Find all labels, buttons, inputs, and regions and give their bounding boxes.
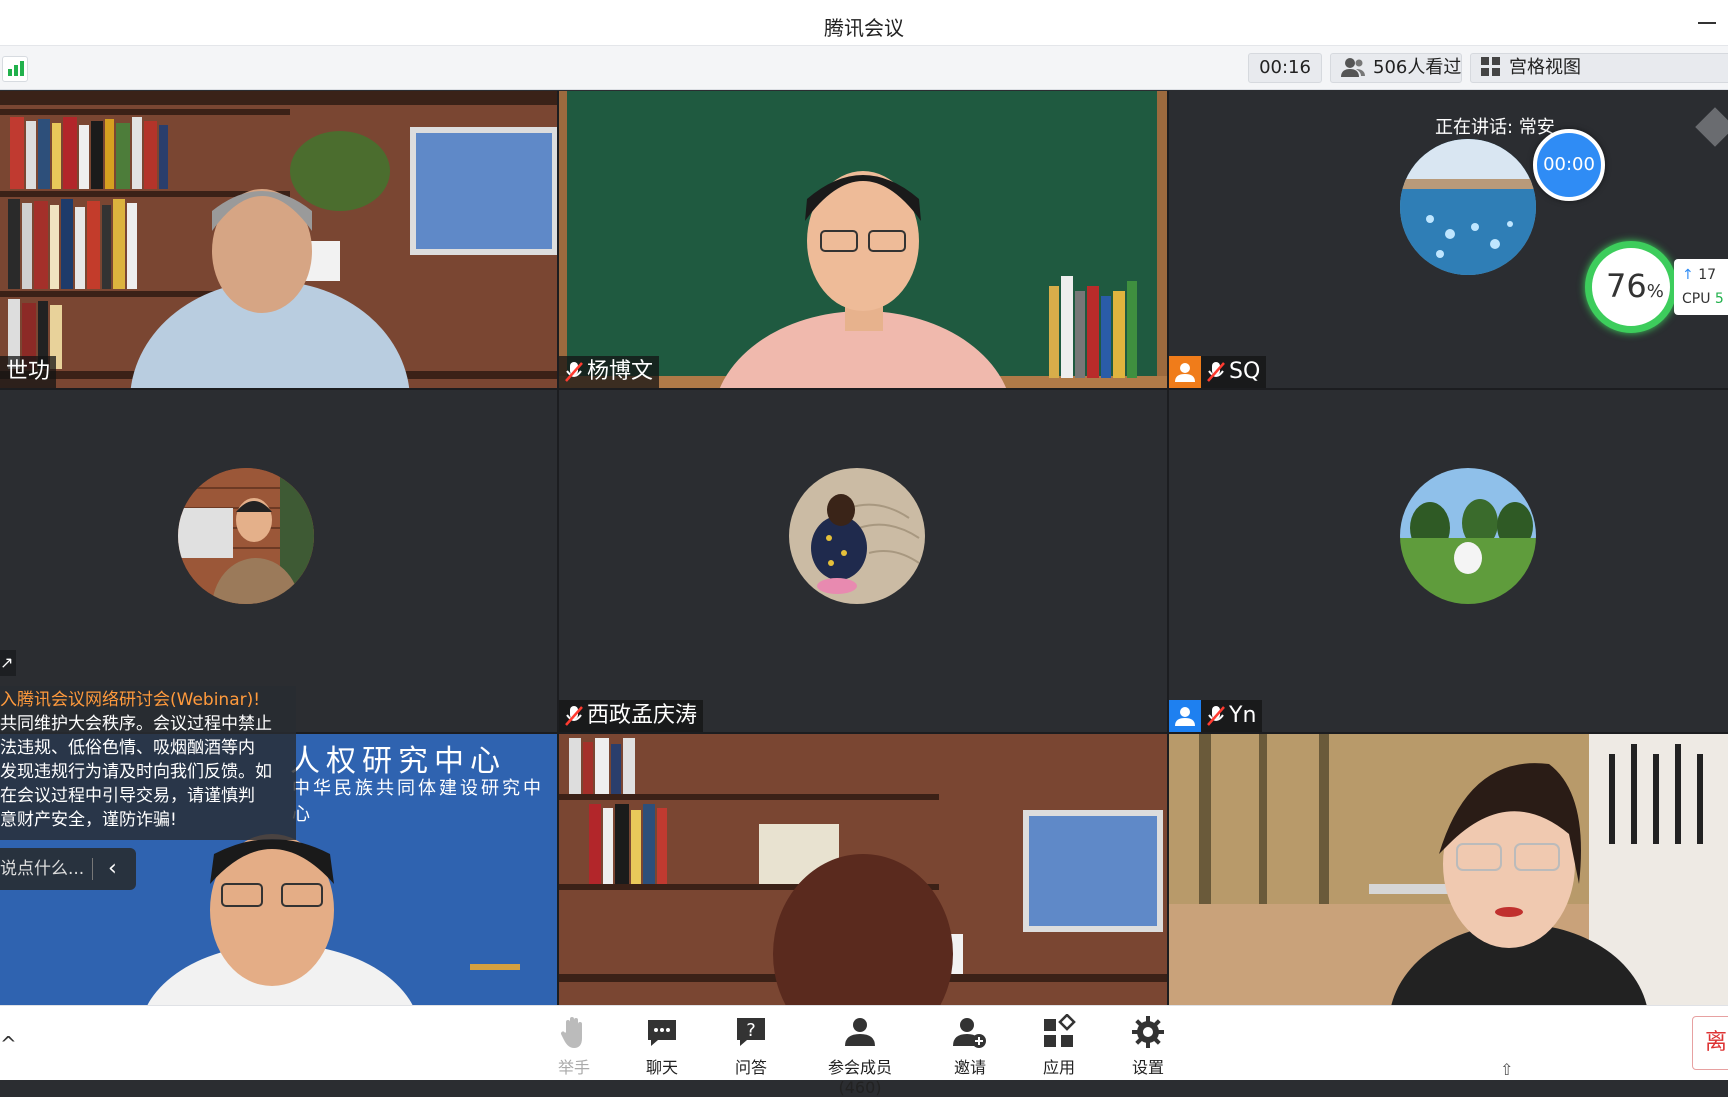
- participant-avatar: [789, 468, 925, 604]
- video-tile[interactable]: 正在讲话: 常安 00:00 76% ↑ 17 CPU 5 SQ: [1169, 91, 1728, 388]
- chat-rules-line: 在会议过程中引导交易，请谨慎判: [0, 786, 255, 806]
- apps-icon: [1044, 1014, 1076, 1047]
- grid-view-icon: [1481, 57, 1500, 76]
- chat-rules-line: 共同维护大会秩序。会议过程中禁止: [0, 714, 272, 734]
- expand-handle[interactable]: ↗: [0, 650, 16, 676]
- leave-meeting-button[interactable]: 离: [1692, 1016, 1728, 1070]
- participant-avatar: [1400, 139, 1536, 275]
- title-bar: 腾讯会议: [0, 0, 1728, 46]
- invite-icon: [953, 1018, 986, 1048]
- participant-name: SQ: [1229, 359, 1261, 384]
- participant-name: 世功: [6, 359, 51, 384]
- video-tile[interactable]: 世功: [0, 91, 557, 388]
- bottom-toolbar: ^ 举手 聊天 ? 问答 参会成员(460) 邀请 应用 设置 ⇧ 离: [0, 1005, 1728, 1097]
- video-tile[interactable]: ↗: [0, 390, 557, 732]
- user-badge-icon: [1169, 700, 1201, 732]
- speaking-timer: 00:00: [1533, 129, 1605, 201]
- window-title: 腾讯会议: [824, 16, 904, 40]
- hand-icon: [560, 1017, 582, 1048]
- raise-hand-button[interactable]: 举手: [552, 1014, 596, 1078]
- participants-icon: [845, 1018, 875, 1046]
- video-tile[interactable]: [559, 734, 1167, 1005]
- participants-button[interactable]: 参会成员(460): [808, 1014, 912, 1097]
- banner-subtitle: 中华民族共同体建设研究中心: [292, 778, 544, 825]
- chat-label: 聊天: [645, 1058, 678, 1077]
- participant-avatar: [1400, 468, 1536, 604]
- speaking-indicator: 正在讲话: 常安: [1435, 117, 1555, 138]
- grid-divider: [557, 91, 559, 1005]
- mic-muted-icon: [1207, 705, 1225, 727]
- participants-label: 参会成员(460): [827, 1058, 892, 1097]
- grid-divider: [1167, 91, 1169, 1005]
- participant-avatar: [178, 468, 314, 604]
- collapse-chat-icon[interactable]: ‹: [108, 848, 117, 890]
- meeting-info-bar: 00:16 506人看过 宫格视图: [0, 46, 1728, 90]
- user-badge-icon: [1169, 356, 1201, 388]
- chat-icon: [648, 1020, 676, 1046]
- meeting-timer: 00:16: [1248, 53, 1322, 83]
- participant-name-tag: 西政孟庆涛: [559, 700, 704, 732]
- chat-input-placeholder: 说点什么...: [0, 859, 85, 879]
- view-mode-button[interactable]: 宫格视图: [1470, 53, 1728, 83]
- signal-strength-icon[interactable]: [2, 56, 28, 82]
- video-tile[interactable]: 西政孟庆涛: [559, 390, 1167, 732]
- pin-icon[interactable]: [1695, 107, 1728, 147]
- performance-percent: 76%: [1606, 267, 1664, 305]
- participant-name-tag: SQ: [1169, 356, 1267, 388]
- arrow-up-icon: ⇧: [1500, 1060, 1514, 1079]
- settings-button[interactable]: 设置: [1126, 1014, 1170, 1078]
- video-tile[interactable]: [1169, 734, 1728, 1005]
- viewers-count[interactable]: 506人看过: [1330, 53, 1462, 83]
- grid-divider: [0, 388, 1728, 390]
- video-feed-bookshelf: [0, 91, 557, 388]
- participant-name: 杨博文: [587, 359, 654, 384]
- question-icon: ?: [737, 1018, 765, 1046]
- mic-muted-icon: [565, 705, 583, 727]
- chat-rules-line: 意财产安全，谨防诈骗!: [0, 810, 177, 830]
- participant-name: 西政孟庆涛: [587, 703, 698, 728]
- chat-overlay: 入腾讯会议网络研讨会(Webinar)! 共同维护大会秩序。会议过程中禁止 法违…: [0, 686, 296, 840]
- participant-name-tag: Yn: [1169, 700, 1263, 732]
- mic-muted-icon: [1207, 361, 1225, 383]
- invite-label: 邀请: [953, 1058, 986, 1077]
- video-feed-chalkboard: [559, 91, 1167, 388]
- chat-input[interactable]: 说点什么... ‹: [0, 848, 136, 890]
- video-feed-bookshelf-2: [559, 734, 1167, 1005]
- cpu-stats-panel: ↑ 17 CPU 5: [1674, 259, 1728, 315]
- video-feed-office: [1169, 734, 1728, 1005]
- raise-hand-label: 举手: [557, 1058, 590, 1077]
- participant-name: Yn: [1229, 703, 1257, 728]
- minimize-button[interactable]: [1698, 22, 1716, 24]
- apps-button[interactable]: 应用: [1037, 1014, 1081, 1078]
- chevron-up-icon[interactable]: ^: [0, 1032, 17, 1056]
- chat-welcome-message: 入腾讯会议网络研讨会(Webinar)!: [0, 690, 261, 710]
- chat-rules-line: 发现违规行为请及时向我们反馈。如: [0, 762, 272, 782]
- apps-label: 应用: [1042, 1058, 1075, 1077]
- leave-meeting-label: 离: [1705, 1030, 1728, 1055]
- mic-muted-icon: [565, 361, 583, 383]
- gear-icon: [1132, 1016, 1164, 1048]
- participant-name-tag: 世功: [0, 356, 57, 388]
- people-icon: [1341, 58, 1365, 77]
- video-tile[interactable]: Yn: [1169, 390, 1728, 732]
- viewers-count-label: 506人看过: [1373, 57, 1462, 78]
- svg-text:?: ?: [746, 1020, 756, 1041]
- qa-label: 问答: [734, 1058, 767, 1077]
- participant-name-tag: 杨博文: [559, 356, 660, 388]
- chat-button[interactable]: 聊天: [640, 1014, 684, 1078]
- chat-input-divider: [92, 858, 93, 880]
- qa-button[interactable]: ? 问答: [729, 1014, 773, 1078]
- meeting-timer-text: 00:16: [1259, 57, 1311, 78]
- view-mode-label: 宫格视图: [1509, 57, 1581, 78]
- chat-rules-line: 法违规、低俗色情、吸烟酗酒等内: [0, 738, 255, 758]
- invite-button[interactable]: 邀请: [948, 1014, 992, 1078]
- settings-label: 设置: [1131, 1058, 1164, 1077]
- video-tile[interactable]: 杨博文: [559, 91, 1167, 388]
